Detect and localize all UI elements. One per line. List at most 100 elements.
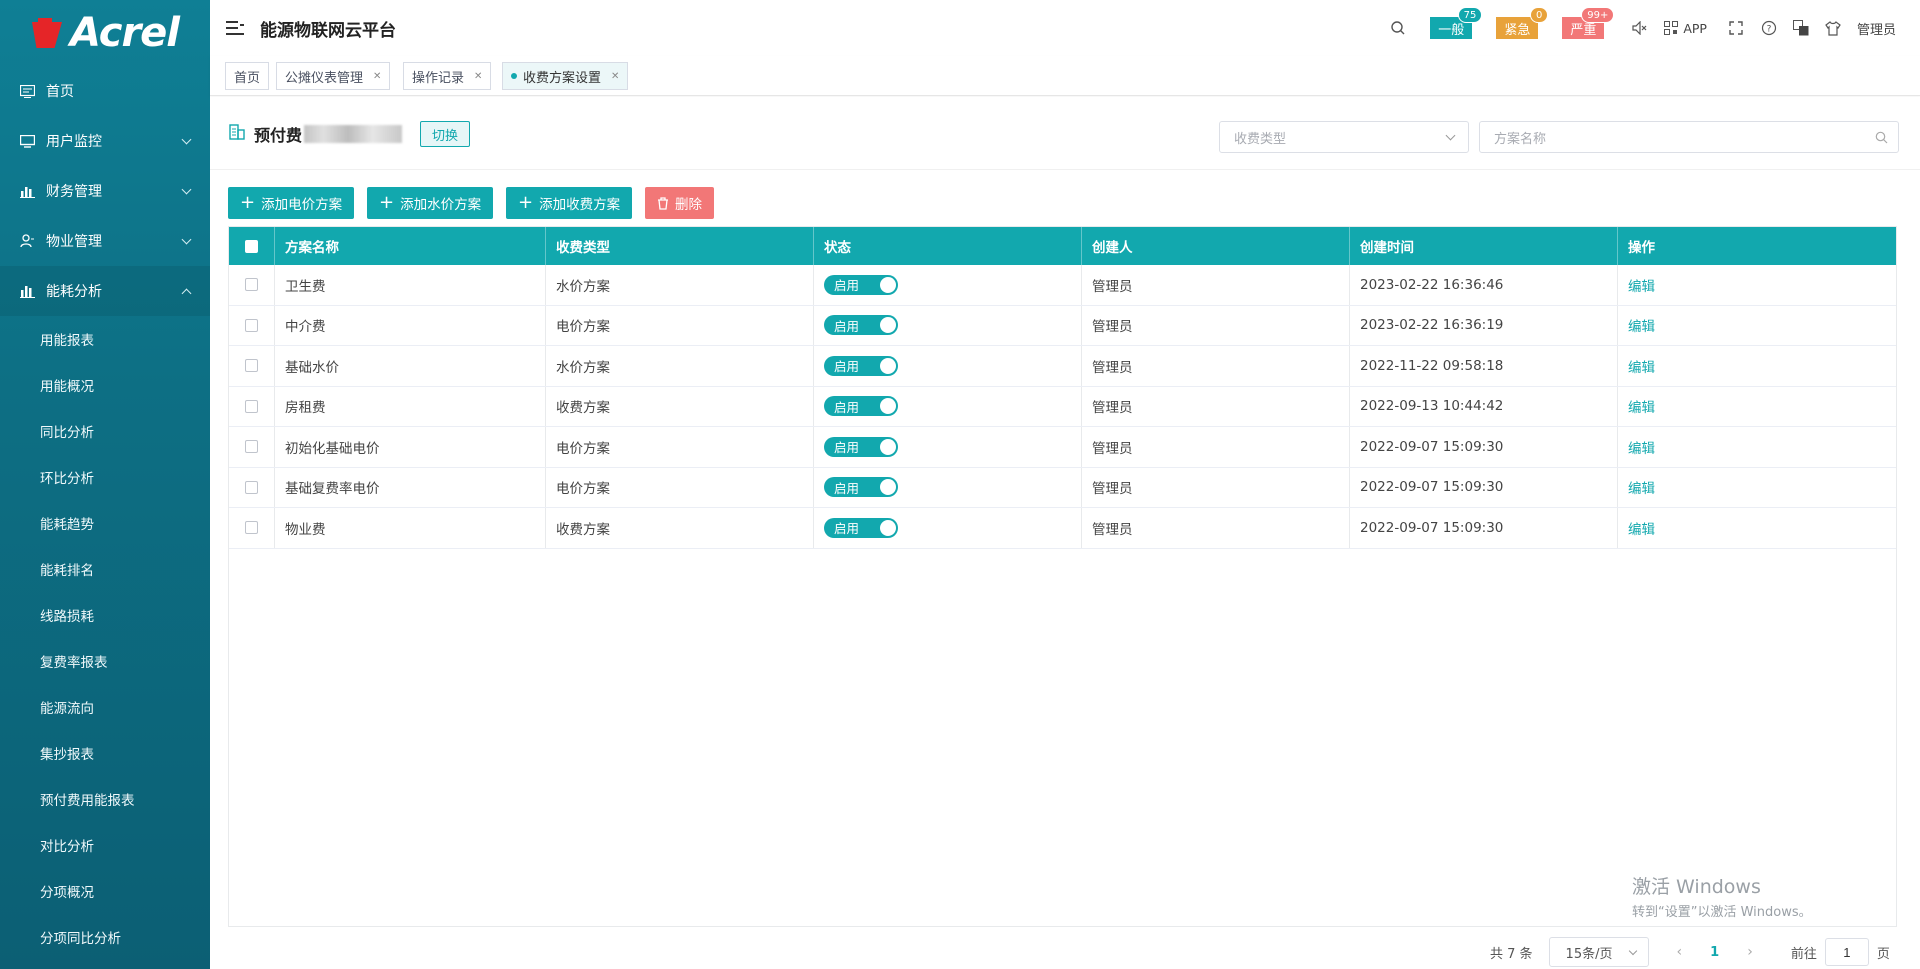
alarm-general-badge[interactable]: 一般 75 bbox=[1430, 7, 1483, 39]
column-header[interactable]: 状态 bbox=[814, 227, 1082, 265]
sidebar-item-user-monitor[interactable]: 用户监控 bbox=[0, 116, 210, 166]
plan-name-search-input[interactable]: 方案名称 bbox=[1479, 121, 1899, 153]
add-electricity-plan-button[interactable]: + 添加电价方案 bbox=[228, 187, 355, 219]
tab-operation-log[interactable]: 操作记录 ✕ bbox=[403, 62, 492, 90]
goto-page-input[interactable] bbox=[1824, 938, 1869, 966]
status-toggle[interactable]: 启用 bbox=[824, 436, 898, 457]
edit-link[interactable]: 编辑 bbox=[1628, 356, 1655, 376]
prev-page-icon[interactable]: ‹ bbox=[1677, 944, 1683, 960]
fee-type-cell: 水价方案 bbox=[546, 265, 814, 305]
active-dot-icon bbox=[511, 73, 517, 79]
search-icon[interactable] bbox=[1390, 20, 1406, 36]
brand-logo[interactable]: Acrel bbox=[0, 0, 210, 66]
sidebar-item-finance[interactable]: 财务管理 bbox=[0, 166, 210, 216]
alarm-urgent-badge[interactable]: 紧急 0 bbox=[1496, 7, 1549, 39]
status-toggle[interactable]: 启用 bbox=[824, 517, 898, 538]
next-page-icon[interactable]: › bbox=[1747, 944, 1753, 960]
edit-link[interactable]: 编辑 bbox=[1628, 437, 1655, 457]
sidebar-subitem[interactable]: 预付费用能报表 bbox=[0, 776, 210, 822]
mute-icon[interactable] bbox=[1632, 21, 1648, 35]
theme-skin-icon[interactable] bbox=[1825, 20, 1841, 36]
tab-shared-meter[interactable]: 公摊仪表管理 ✕ bbox=[276, 62, 391, 90]
select-all-checkbox[interactable] bbox=[229, 227, 275, 265]
status-toggle[interactable]: 启用 bbox=[824, 274, 898, 295]
sidebar-item-energy-analysis[interactable]: 能耗分析 bbox=[0, 266, 210, 316]
alarm-count: 75 bbox=[1457, 7, 1483, 23]
tab-fee-plan-settings[interactable]: 收费方案设置 ✕ bbox=[502, 62, 629, 90]
status-toggle[interactable]: 启用 bbox=[824, 355, 898, 376]
row-checkbox[interactable] bbox=[229, 346, 275, 386]
close-icon[interactable]: ✕ bbox=[474, 71, 482, 82]
column-header[interactable]: 收费类型 bbox=[546, 227, 814, 265]
help-icon[interactable]: ? bbox=[1761, 20, 1777, 36]
sidebar-subitem[interactable]: 复费率报表 bbox=[0, 638, 210, 684]
edit-link[interactable]: 编辑 bbox=[1628, 518, 1655, 538]
sidebar-subitem[interactable]: 用能概况 bbox=[0, 362, 210, 408]
page-title: 能源物联网云平台 bbox=[260, 20, 396, 41]
edit-link[interactable]: 编辑 bbox=[1628, 477, 1655, 497]
status-label: 启用 bbox=[834, 318, 860, 334]
close-icon[interactable]: ✕ bbox=[611, 71, 619, 82]
row-checkbox[interactable] bbox=[229, 508, 275, 548]
delete-button[interactable]: 删除 bbox=[645, 187, 714, 219]
sidebar-subitem[interactable]: 对比分析 bbox=[0, 822, 210, 868]
switch-project-button[interactable]: 切换 bbox=[420, 121, 471, 147]
fullscreen-icon[interactable] bbox=[1729, 21, 1743, 35]
chevron-down-icon bbox=[181, 184, 192, 195]
search-icon[interactable] bbox=[1875, 131, 1888, 148]
sidebar-subitem[interactable]: 能源流向 bbox=[0, 684, 210, 730]
column-header[interactable]: 操作 bbox=[1618, 227, 1896, 265]
creator-cell: 管理员 bbox=[1082, 386, 1350, 426]
alarm-critical-badge[interactable]: 严重 99+ bbox=[1562, 7, 1615, 39]
main-content: 预付费 切换 收费类型 方案名称 + 添加电价方案 + 添加水价方案 + 添加收… bbox=[210, 97, 1920, 969]
tab-label: 操作记录 bbox=[412, 70, 465, 86]
sidebar-subitem[interactable]: 能耗趋势 bbox=[0, 500, 210, 546]
menu-fold-icon[interactable] bbox=[226, 21, 244, 35]
pagination: 共 7 条 15条/页 ‹ 1 › 前往 页 bbox=[1490, 937, 1890, 967]
button-label: 添加水价方案 bbox=[400, 197, 482, 213]
page-size-select[interactable]: 15条/页 bbox=[1548, 937, 1649, 967]
fee-type-select[interactable]: 收费类型 bbox=[1219, 121, 1469, 153]
row-checkbox[interactable] bbox=[229, 467, 275, 507]
tab-home[interactable]: 首页 bbox=[225, 62, 270, 90]
sidebar-subitem[interactable]: 分项概况 bbox=[0, 868, 210, 914]
page-size-value: 15条/页 bbox=[1565, 946, 1613, 962]
sidebar-subitem[interactable]: 环比分析 bbox=[0, 454, 210, 500]
column-header[interactable]: 创建人 bbox=[1082, 227, 1350, 265]
status-toggle[interactable]: 启用 bbox=[824, 396, 898, 417]
tab-label: 公摊仪表管理 bbox=[285, 70, 364, 86]
sidebar-subitem[interactable]: 集抄报表 bbox=[0, 730, 210, 776]
sidebar-subitem[interactable]: 分项同比分析 bbox=[0, 914, 210, 960]
row-checkbox[interactable] bbox=[229, 265, 275, 305]
qrcode-icon bbox=[1664, 21, 1679, 35]
edit-link[interactable]: 编辑 bbox=[1628, 396, 1655, 416]
row-checkbox[interactable] bbox=[229, 386, 275, 426]
column-header[interactable]: 方案名称 bbox=[275, 227, 546, 265]
row-checkbox[interactable] bbox=[229, 305, 275, 345]
page-number-current[interactable]: 1 bbox=[1710, 945, 1719, 960]
sidebar-subitem[interactable]: 同比分析 bbox=[0, 408, 210, 454]
sidebar-subitem[interactable]: 线路损耗 bbox=[0, 592, 210, 638]
alarm-count: 99+ bbox=[1581, 7, 1615, 23]
sidebar-subitem[interactable]: 用能报表 bbox=[0, 316, 210, 362]
sidebar-item-property[interactable]: 物业管理 bbox=[0, 216, 210, 266]
user-menu[interactable]: 管理员 bbox=[1857, 19, 1896, 38]
chevron-down-icon bbox=[181, 134, 192, 145]
sidebar-subitem[interactable]: 能耗排名 bbox=[0, 546, 210, 592]
created-time-cell: 2022-09-07 15:09:30 bbox=[1350, 427, 1618, 467]
status-toggle[interactable]: 启用 bbox=[824, 477, 898, 498]
column-header[interactable]: 创建时间 bbox=[1350, 227, 1618, 265]
close-icon[interactable]: ✕ bbox=[373, 71, 381, 82]
add-water-plan-button[interactable]: + 添加水价方案 bbox=[367, 187, 494, 219]
add-fee-plan-button[interactable]: + 添加收费方案 bbox=[506, 187, 633, 219]
sidebar-item-home[interactable]: 首页 bbox=[0, 66, 210, 116]
dashboard-icon bbox=[18, 82, 36, 100]
app-qrcode-button[interactable]: APP bbox=[1664, 21, 1707, 36]
created-time-cell: 2022-09-07 15:09:30 bbox=[1350, 508, 1618, 548]
edit-link[interactable]: 编辑 bbox=[1628, 275, 1655, 295]
action-cell: 编辑 bbox=[1618, 346, 1896, 386]
status-toggle[interactable]: 启用 bbox=[824, 315, 898, 336]
row-checkbox[interactable] bbox=[229, 427, 275, 467]
translate-icon[interactable] bbox=[1792, 20, 1809, 36]
edit-link[interactable]: 编辑 bbox=[1628, 315, 1655, 335]
